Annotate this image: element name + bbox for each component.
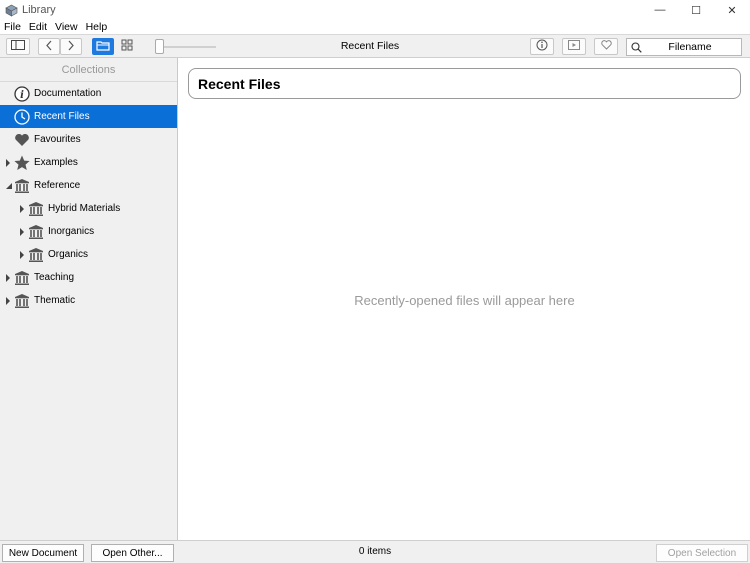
menu-help[interactable]: Help xyxy=(82,21,112,33)
content-area: Recent Files Recently-opened files will … xyxy=(179,58,750,540)
empty-state-message: Recently-opened files will appear here xyxy=(354,293,575,308)
sidebar-item-label: Documentation xyxy=(34,88,102,99)
search-box[interactable] xyxy=(626,38,742,56)
chevron-right-icon[interactable] xyxy=(4,296,12,305)
menu-bar: File Edit View Help xyxy=(0,20,750,34)
sidebar-item-label: Teaching xyxy=(34,272,75,283)
open-selection-button[interactable]: Open Selection xyxy=(656,544,748,562)
favourite-button[interactable] xyxy=(594,38,618,55)
search-input[interactable] xyxy=(642,41,738,53)
building-icon xyxy=(14,178,30,194)
maximize-button[interactable]: ☐ xyxy=(678,0,714,20)
title-bar: Library — ☐ ✕ xyxy=(0,0,750,20)
chevron-down-icon[interactable] xyxy=(4,182,12,190)
search-icon xyxy=(631,41,642,53)
content-header: Recent Files xyxy=(188,68,741,99)
sidebar-item-examples[interactable]: Examples xyxy=(0,151,177,174)
svg-text:i: i xyxy=(20,90,24,101)
menu-edit[interactable]: Edit xyxy=(25,21,51,33)
sidebar: Collections i Documentation Recent Files… xyxy=(0,58,178,540)
list-view-button[interactable] xyxy=(92,38,114,55)
grid-icon xyxy=(121,39,133,54)
chevron-right-icon[interactable] xyxy=(4,273,12,282)
sidebar-item-teaching[interactable]: Teaching xyxy=(0,266,177,289)
new-document-button[interactable]: New Document xyxy=(2,544,84,562)
window-controls: — ☐ ✕ xyxy=(642,0,750,20)
heart-outline-icon xyxy=(600,40,612,53)
back-button[interactable] xyxy=(38,38,60,55)
building-icon xyxy=(28,201,44,217)
sidebar-item-label: Reference xyxy=(34,180,81,191)
sidebar-item-label: Organics xyxy=(48,249,89,260)
chevron-right-icon[interactable] xyxy=(18,250,26,259)
sidebar-item-label: Hybrid Materials xyxy=(48,203,121,214)
sidebar-item-label: Recent Files xyxy=(34,111,90,122)
app-logo-icon xyxy=(4,3,18,17)
play-icon xyxy=(568,40,580,53)
sidebar-item-thematic[interactable]: Thematic xyxy=(0,289,177,312)
info-button[interactable] xyxy=(530,38,554,55)
status-bar: New Document Open Other... 0 items Open … xyxy=(0,540,750,563)
chevron-right-icon[interactable] xyxy=(18,227,26,236)
sidebar-item-label: Favourites xyxy=(34,134,81,145)
chevron-left-icon xyxy=(45,40,53,54)
open-other-button[interactable]: Open Other... xyxy=(91,544,174,562)
menu-file[interactable]: File xyxy=(0,21,25,33)
sidebar-icon xyxy=(11,40,25,53)
sidebar-header: Collections xyxy=(0,58,177,82)
sidebar-item-organics[interactable]: Organics xyxy=(0,243,177,266)
building-icon xyxy=(14,270,30,286)
chevron-right-icon xyxy=(67,40,75,54)
chevron-right-icon[interactable] xyxy=(4,158,12,167)
sidebar-item-label: Examples xyxy=(34,157,78,168)
grid-view-button[interactable] xyxy=(116,38,138,55)
item-count: 0 items xyxy=(358,546,392,557)
sidebar-item-favourites[interactable]: Favourites xyxy=(0,128,177,151)
folder-icon xyxy=(96,40,110,54)
sidebar-item-documentation[interactable]: i Documentation xyxy=(0,82,177,105)
zoom-slider-track[interactable] xyxy=(158,46,216,48)
sidebar-item-hybrid-materials[interactable]: Hybrid Materials xyxy=(0,197,177,220)
star-icon xyxy=(14,155,30,171)
sidebar-item-label: Inorganics xyxy=(48,226,95,237)
toolbar-title: Recent Files xyxy=(340,40,400,52)
menu-view[interactable]: View xyxy=(51,21,82,33)
preview-button[interactable] xyxy=(562,38,586,55)
page-title: Recent Files xyxy=(198,75,281,92)
heart-icon xyxy=(14,132,30,148)
building-icon xyxy=(14,293,30,309)
close-button[interactable]: ✕ xyxy=(714,0,750,20)
sidebar-item-label: Thematic xyxy=(34,295,76,306)
window-title: Library xyxy=(22,4,56,16)
sidebar-item-inorganics[interactable]: Inorganics xyxy=(0,220,177,243)
chevron-right-icon[interactable] xyxy=(18,204,26,213)
toggle-sidebar-button[interactable] xyxy=(6,38,30,55)
info-icon: i xyxy=(14,85,30,102)
sidebar-item-recent-files[interactable]: Recent Files xyxy=(0,105,177,128)
info-icon xyxy=(536,39,548,54)
minimize-button[interactable]: — xyxy=(642,0,678,20)
clock-icon xyxy=(14,108,30,125)
zoom-slider-thumb[interactable] xyxy=(155,39,164,54)
building-icon xyxy=(28,247,44,263)
forward-button[interactable] xyxy=(60,38,82,55)
building-icon xyxy=(28,224,44,240)
toolbar: Recent Files xyxy=(0,34,750,58)
sidebar-item-reference[interactable]: Reference xyxy=(0,174,177,197)
